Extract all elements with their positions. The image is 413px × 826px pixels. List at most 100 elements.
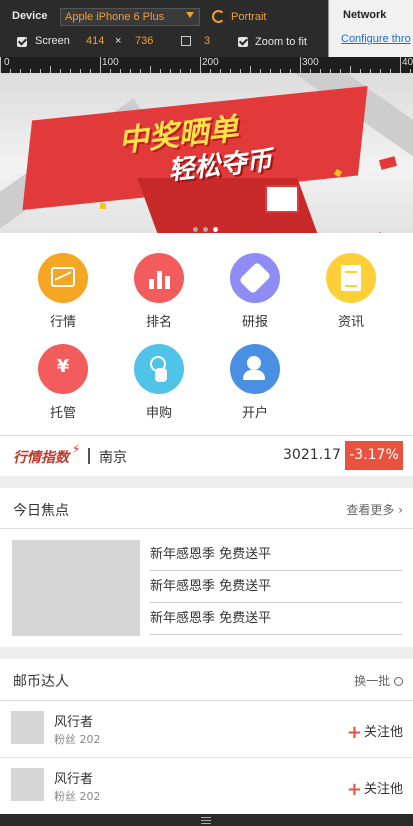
- news-item[interactable]: 新年感恩季 免费送平: [150, 539, 402, 571]
- grid-item-open-account[interactable]: 开户: [215, 344, 295, 421]
- market-city: 南京: [99, 450, 127, 466]
- news-item[interactable]: 新年感恩季 免费送平: [150, 603, 402, 635]
- device-panel: Device Apple iPhone 6 Plus Portrait Scre…: [0, 0, 328, 57]
- ruler-tick: [50, 66, 51, 73]
- pagination-dot[interactable]: [203, 227, 208, 232]
- market-change-badge: -3.17%: [345, 441, 403, 470]
- pagination-dot-active[interactable]: [213, 227, 218, 232]
- chart-icon: [38, 253, 88, 303]
- zoom-to-fit-checkbox[interactable]: [238, 37, 248, 47]
- expert-fans: 粉丝 202: [54, 790, 101, 803]
- devtools-emulation-bar: Device Apple iPhone 6 Plus Portrait Scre…: [0, 0, 413, 57]
- section-spacer: [0, 476, 413, 488]
- screen-width-input[interactable]: 414: [86, 35, 104, 49]
- market-index-bar[interactable]: 行情指数 ⚡ 南京 3021.17 -3.17%: [0, 436, 413, 476]
- focus-title: 今日焦点: [13, 503, 69, 519]
- network-title: Network: [343, 9, 387, 21]
- avatar[interactable]: [11, 768, 44, 801]
- expert-row[interactable]: 风行者 粉丝 202 + 关注他: [0, 701, 413, 757]
- ruler-label-100: 100: [102, 57, 119, 68]
- focus-header: 今日焦点 查看更多 ›: [0, 488, 413, 528]
- rotate-icon[interactable]: [212, 10, 225, 23]
- ruler-tick: [100, 57, 101, 73]
- plus-icon: +: [346, 722, 362, 743]
- market-index-brand: 行情指数: [13, 450, 69, 466]
- expert-row[interactable]: 风行者 粉丝 202 + 关注他: [0, 758, 413, 814]
- grid-item-news[interactable]: 资讯: [311, 253, 391, 330]
- refresh-icon: [394, 677, 403, 686]
- confetti-shape: [378, 156, 398, 170]
- tag-icon: [230, 253, 280, 303]
- divider: [88, 448, 90, 464]
- screen-checkbox[interactable]: [17, 37, 27, 47]
- ruler-tick: [0, 57, 1, 73]
- section-spacer: [0, 647, 413, 659]
- experts-title: 邮币达人: [13, 674, 69, 690]
- view-more-link[interactable]: 查看更多 ›: [346, 501, 403, 518]
- expert-name: 风行者: [54, 772, 94, 787]
- market-index-value: 3021.17: [283, 447, 341, 463]
- chevron-right-icon: ›: [398, 503, 403, 517]
- ruler-label-0: 0: [4, 57, 10, 68]
- yen-hand-icon: ¥: [38, 344, 88, 394]
- grid-item-custody[interactable]: ¥ 托管: [23, 344, 103, 421]
- refresh-batch-button[interactable]: 换一批: [354, 672, 403, 689]
- screen-label: Screen: [35, 35, 70, 47]
- device-pixel-ratio-icon: [181, 36, 191, 46]
- grid-item-label: 行情: [49, 315, 76, 330]
- grid-item-label: 资讯: [337, 315, 364, 330]
- expert-name: 风行者: [54, 715, 94, 730]
- grid-item-label: 申购: [145, 406, 172, 421]
- tap-icon: [134, 344, 184, 394]
- ruler-tick: [250, 66, 251, 73]
- device-label: Device: [12, 10, 48, 22]
- resize-handle[interactable]: [0, 814, 413, 826]
- ruler-tick: [200, 57, 201, 73]
- grid-item-label: 研报: [241, 315, 268, 330]
- grid-item-label: 排名: [145, 315, 172, 330]
- dimension-separator: ×: [115, 35, 122, 47]
- banner-pagination: [193, 217, 223, 232]
- zoom-to-fit-label: Zoom to fit: [255, 36, 307, 48]
- ruler-tick: [400, 57, 401, 73]
- follow-button[interactable]: + 关注他: [347, 778, 403, 800]
- focus-image[interactable]: [12, 540, 140, 636]
- device-select-value: Apple iPhone 6 Plus: [65, 11, 165, 23]
- gift-box-icon: [265, 185, 299, 213]
- horizontal-ruler: 0 100 200 300 400: [0, 57, 413, 73]
- ruler-tick: [150, 66, 151, 73]
- plus-icon: +: [346, 779, 362, 800]
- network-panel: Network Configure thro: [328, 0, 413, 57]
- ruler-label-300: 300: [302, 57, 319, 68]
- device-pixel-ratio-input[interactable]: 3: [204, 35, 210, 49]
- grid-item-market[interactable]: 行情: [23, 253, 103, 330]
- grid-item-label: 开户: [241, 406, 268, 421]
- ruler-tick: [350, 66, 351, 73]
- experts-header: 邮币达人 换一批: [0, 659, 413, 699]
- confetti-shape: [100, 203, 106, 209]
- function-grid: 行情 排名 研报 资讯 ¥ 托管 申购 开户: [0, 233, 413, 435]
- grid-item-ranking[interactable]: 排名: [119, 253, 199, 330]
- grid-item-research[interactable]: 研报: [215, 253, 295, 330]
- network-configure-link[interactable]: Configure thro: [341, 33, 411, 45]
- screen-height-input[interactable]: 736: [135, 35, 153, 49]
- lightning-icon: ⚡: [72, 442, 81, 456]
- pagination-dot[interactable]: [193, 227, 198, 232]
- grid-item-label: 托管: [49, 406, 76, 421]
- bar-chart-icon: [134, 253, 184, 303]
- add-user-icon: [230, 344, 280, 394]
- avatar[interactable]: [11, 711, 44, 744]
- grip-icon: [201, 817, 211, 818]
- grid-item-subscribe[interactable]: 申购: [119, 344, 199, 421]
- orientation-button[interactable]: Portrait: [231, 11, 266, 23]
- ruler-label-200: 200: [202, 57, 219, 68]
- expert-fans: 粉丝 202: [54, 733, 101, 746]
- focus-body: 新年感恩季 免费送平 新年感恩季 免费送平 新年感恩季 免费送平: [0, 529, 413, 647]
- ruler-label-400: 400: [402, 57, 413, 68]
- device-select[interactable]: Apple iPhone 6 Plus: [60, 8, 200, 26]
- follow-button[interactable]: + 关注他: [347, 721, 403, 743]
- dropdown-arrow-icon: [186, 12, 194, 18]
- document-icon: [326, 253, 376, 303]
- ruler-tick: [300, 57, 301, 73]
- news-item[interactable]: 新年感恩季 免费送平: [150, 571, 402, 603]
